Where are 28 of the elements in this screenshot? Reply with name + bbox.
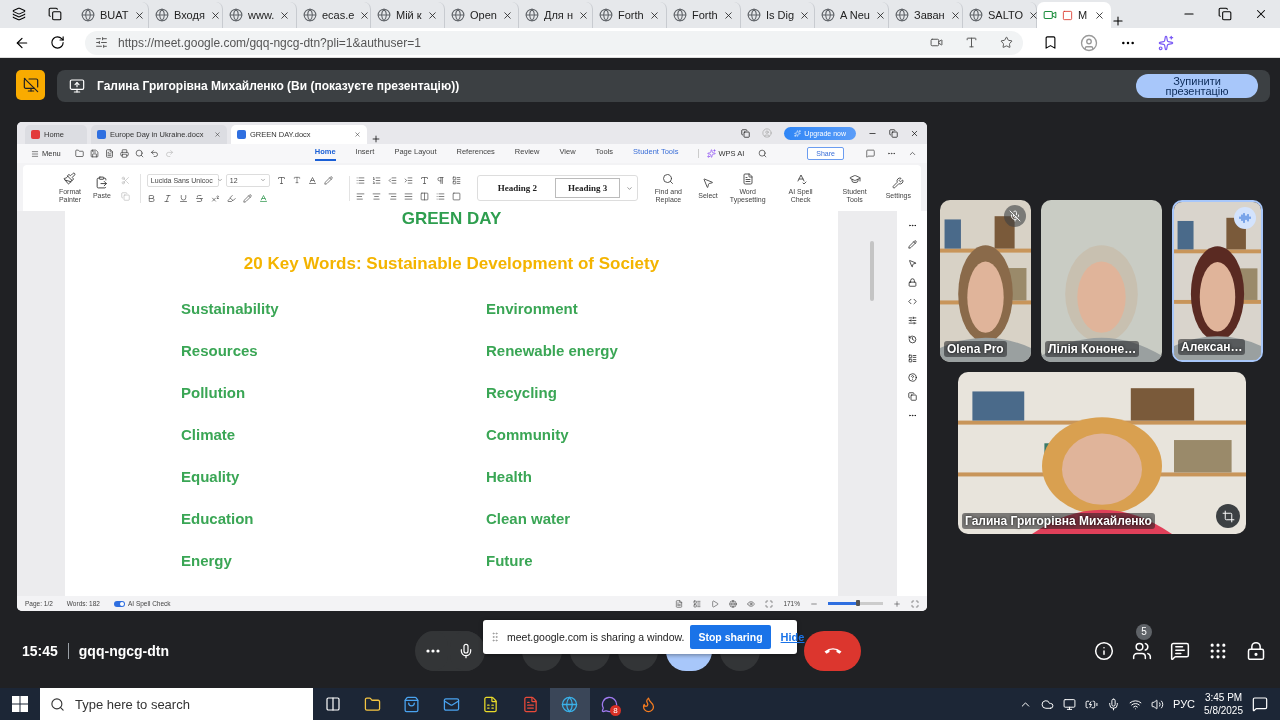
document-title: GREEN DAY bbox=[400, 210, 503, 228]
key-word: Environment bbox=[486, 299, 579, 317]
meeting-time: 15:45 bbox=[22, 642, 58, 659]
participant-name: Olena Pro bbox=[944, 341, 1007, 357]
key-word: Equality bbox=[181, 467, 241, 485]
key-word: Clean water bbox=[486, 509, 572, 527]
presenter-name: Галина Григорівна Михайленко (Ви (показуєте презентацію)) bbox=[97, 79, 460, 93]
meeting-code: gqq-ngcg-dtn bbox=[78, 642, 169, 659]
key-word: Recycling bbox=[486, 383, 558, 401]
key-word: Education bbox=[181, 509, 255, 527]
key-word: Health bbox=[486, 467, 533, 485]
key-word: Energy bbox=[181, 551, 233, 569]
notification-count: 8 bbox=[610, 705, 621, 716]
clock-date: 5/8/2025 bbox=[1204, 704, 1243, 717]
key-word: Renewable energy bbox=[486, 341, 619, 359]
key-word: Climate bbox=[181, 425, 237, 443]
sharing-message: meet.google.com is sharing a window. bbox=[507, 631, 685, 643]
key-word: Pollution bbox=[181, 383, 247, 401]
participant-name: Алексан… bbox=[1178, 339, 1246, 355]
key-word: Future bbox=[486, 551, 534, 569]
key-word: Resources bbox=[181, 341, 259, 359]
key-word: Community bbox=[486, 425, 570, 443]
clock-time: 3:45 PM bbox=[1204, 691, 1243, 704]
document-subtitle: 20 Key Words: Sustainable Development of Society bbox=[242, 255, 661, 273]
participant-name: Галина Григорівна Михайленко bbox=[962, 513, 1155, 529]
key-word: Sustainability bbox=[181, 299, 280, 317]
people-count: 5 bbox=[1136, 623, 1152, 640]
participant-name: Лілія Кононе… bbox=[1045, 341, 1140, 357]
